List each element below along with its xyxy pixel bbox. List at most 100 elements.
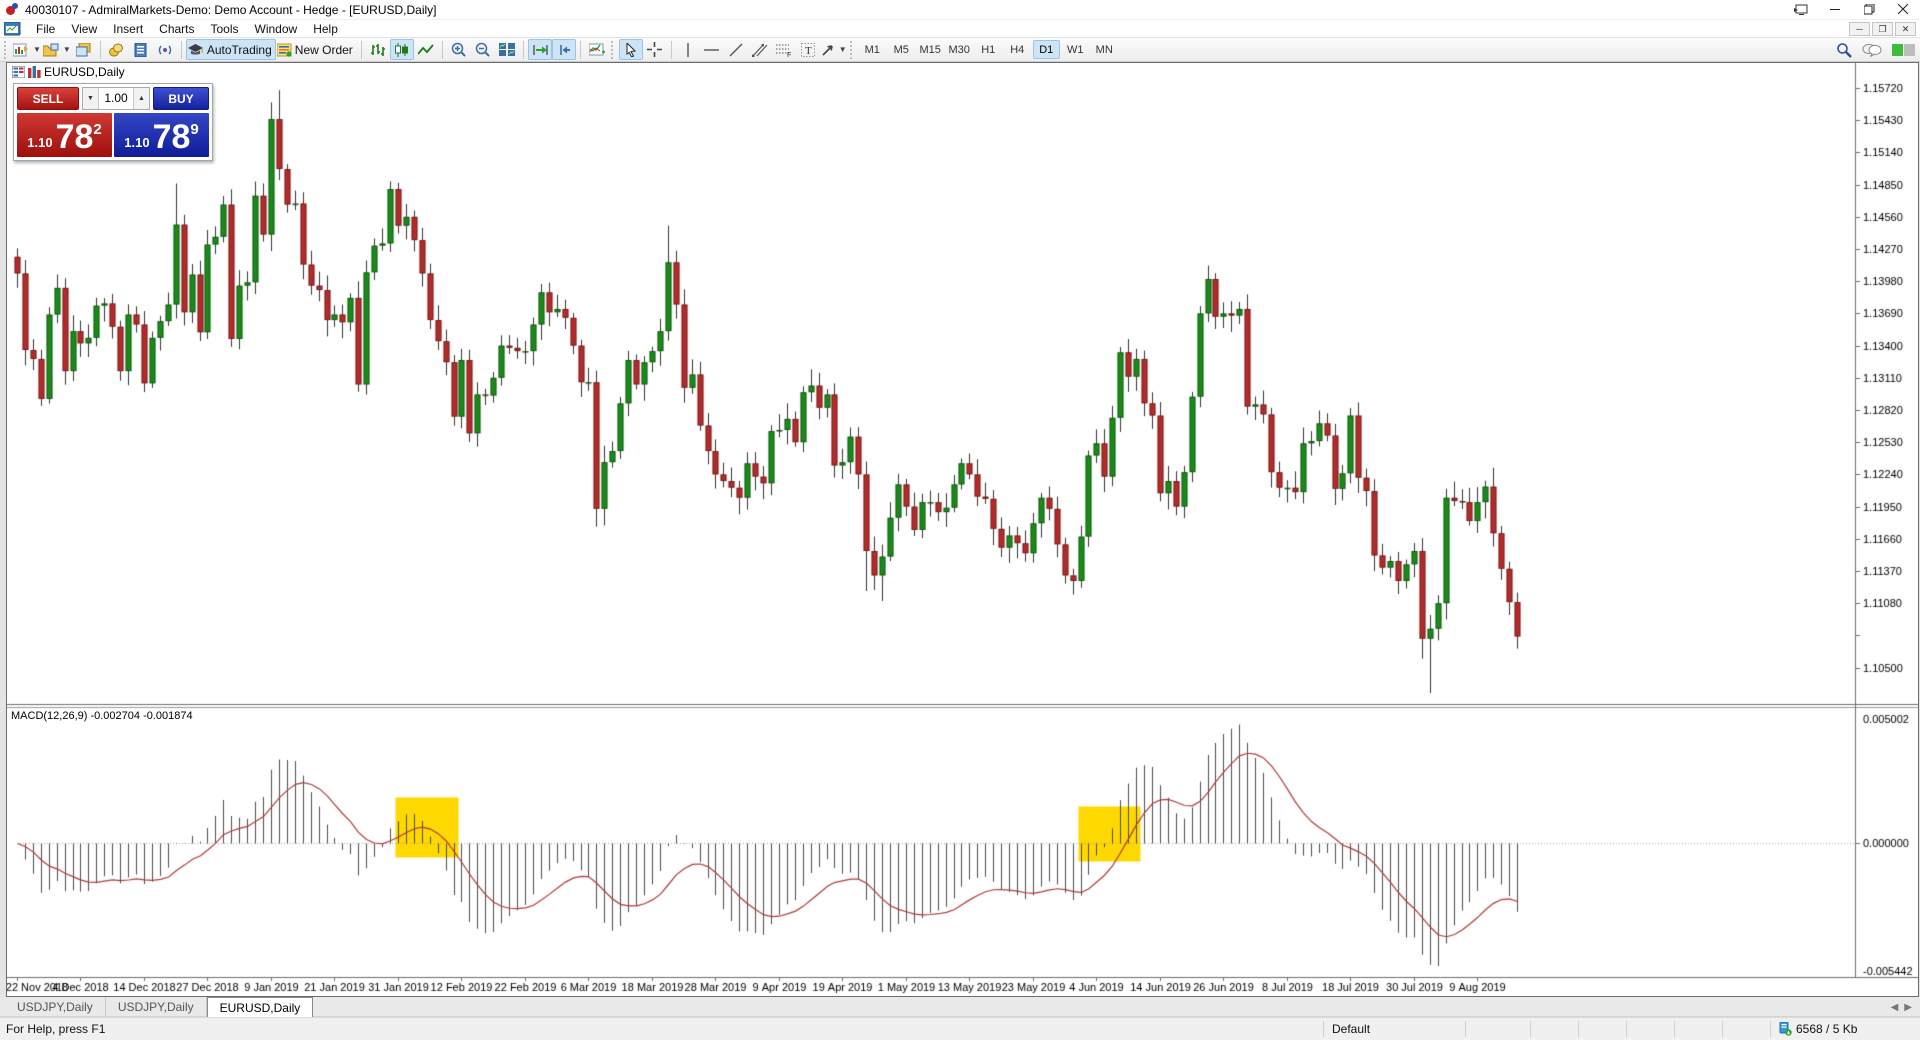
status-bar: For Help, press F1 Default 6568 / 5 Kb [0,1017,1920,1040]
chart-window-icon [4,22,22,36]
volume-increase-button[interactable]: ▲ [133,88,149,109]
menu-item-window[interactable]: Window [247,22,306,36]
new-chart-icon [13,43,29,57]
timeframe-m5[interactable]: M5 [888,40,915,59]
text-label-button[interactable]: T [796,39,820,60]
candlestick-mode-button[interactable] [390,39,414,60]
close-button[interactable] [1886,0,1920,19]
auto-scroll-button[interactable] [528,39,552,60]
sell-button[interactable]: SELL [17,87,79,110]
svg-text:F: F [787,52,791,57]
menu-item-file[interactable]: File [28,22,63,36]
timeframe-h1[interactable]: H1 [975,40,1002,59]
equidistant-channel-button[interactable] [748,39,772,60]
status-help-text: For Help, press F1 [0,1022,1323,1036]
zoom-out-button[interactable] [471,39,495,60]
crosshair-button[interactable] [643,39,667,60]
cascade-windows-button[interactable] [72,39,96,60]
timeframe-mn[interactable]: MN [1091,40,1118,59]
app-logo-icon [4,3,20,17]
chart-tab-bar: USDJPY,DailyUSDJPY,DailyEURUSD,Daily ◀ ▶ [0,997,1920,1017]
timeframe-w1[interactable]: W1 [1062,40,1089,59]
new-order-button[interactable]: New Order [276,39,357,60]
candlestick-icon [394,43,409,57]
menu-item-charts[interactable]: Charts [151,22,202,36]
timeframe-m15[interactable]: M15 [917,40,944,59]
status-profile[interactable]: Default [1323,1021,1465,1037]
signals-button[interactable] [153,39,177,60]
child-minimize-button[interactable]: ─ [1849,22,1870,36]
chart-tab-usdjpy-daily[interactable]: USDJPY,Daily [5,997,106,1016]
chart-tab-eurusd-daily[interactable]: EURUSD,Daily [207,997,314,1017]
traffic-text: 6568 / 5 Kb [1796,1022,1857,1036]
chart-region: EURUSD,Daily SELL ▼ 1.00 ▲ BUY 1.10782 1… [0,62,1920,997]
trendline-button[interactable] [724,39,748,60]
search-icon[interactable] [1836,42,1852,58]
arrows-shapes-icon [821,43,835,57]
menu-item-help[interactable]: Help [305,22,346,36]
cursor-icon [625,43,637,57]
menu-item-tools[interactable]: Tools [203,22,247,36]
shapes-button[interactable]: ▼ [820,39,848,60]
tab-scroll-left-icon[interactable]: ◀ [1891,1002,1899,1013]
bar-chart-mode-button[interactable] [366,39,390,60]
new-chart-button[interactable]: ▼ [12,39,42,60]
chart-shift-button[interactable] [552,39,576,60]
depth-of-market-icon[interactable] [12,66,25,78]
volume-value[interactable]: 1.00 [99,88,133,109]
buy-price-big: 78 [153,120,191,154]
bar-chart-icon [370,43,385,57]
chart-tab-usdjpy-daily[interactable]: USDJPY,Daily [106,997,207,1016]
buy-button[interactable]: BUY [153,87,209,110]
trendline-icon [729,43,743,57]
toolbar-drag-handle[interactable] [4,41,9,59]
auto-scroll-icon [532,43,548,57]
market-watch-icon [109,43,124,57]
tile-windows-icon [499,43,515,56]
restore-button[interactable] [1852,0,1886,19]
sell-price[interactable]: 1.10782 [17,113,112,157]
timeframe-h4[interactable]: H4 [1004,40,1031,59]
chart-symbol-label: EURUSD,Daily [44,65,125,79]
zoom-in-button[interactable] [447,39,471,60]
equidistant-channel-icon [752,43,768,57]
minimize-button[interactable] [1818,0,1852,19]
market-watch-button[interactable] [105,39,129,60]
chart-canvas[interactable] [7,63,1918,996]
text-icon: T [801,43,815,57]
toolbar-drag-handle[interactable] [611,41,616,59]
sell-price-big: 78 [56,120,94,154]
traffic-icon [1779,1022,1792,1036]
fibonacci-button[interactable]: F [772,39,796,60]
one-click-toggle-icon[interactable] [28,66,41,78]
line-chart-mode-button[interactable] [414,39,438,60]
indicators-button[interactable] [585,39,609,60]
tile-windows-button[interactable] [495,39,519,60]
buy-price[interactable]: 1.10 789 [114,113,209,157]
child-restore-button[interactable]: ❐ [1872,22,1893,36]
timeframe-m30[interactable]: M30 [946,40,973,59]
chart-symbol-row: EURUSD,Daily [12,65,125,79]
new-order-icon [277,43,292,57]
timeframe-m1[interactable]: M1 [859,40,886,59]
line-chart-icon [418,43,434,57]
menu-item-view[interactable]: View [63,22,105,36]
autotrading-button[interactable]: AutoTrading [186,39,276,60]
presentation-mode-icon[interactable] [1784,0,1818,19]
buy-price-pip: 9 [190,121,198,138]
buy-price-prefix: 1.10 [124,135,149,150]
tab-scroll-right-icon[interactable]: ▶ [1904,1002,1912,1013]
toolbar-drag-handle[interactable] [850,41,855,59]
data-window-button[interactable] [129,39,153,60]
volume-decrease-button[interactable]: ▼ [83,88,99,109]
signals-icon [157,43,173,57]
community-chat-icon[interactable] [1862,43,1882,57]
menu-item-insert[interactable]: Insert [105,22,151,36]
child-close-button[interactable]: ✕ [1895,22,1916,36]
horizontal-line-button[interactable] [700,39,724,60]
profiles-button[interactable]: ▼ [42,39,72,60]
vertical-line-button[interactable] [676,39,700,60]
timeframe-d1[interactable]: D1 [1033,40,1060,59]
cursor-button[interactable] [619,39,643,60]
window-title: 40030107 - AdmiralMarkets-Demo: Demo Acc… [25,3,437,17]
